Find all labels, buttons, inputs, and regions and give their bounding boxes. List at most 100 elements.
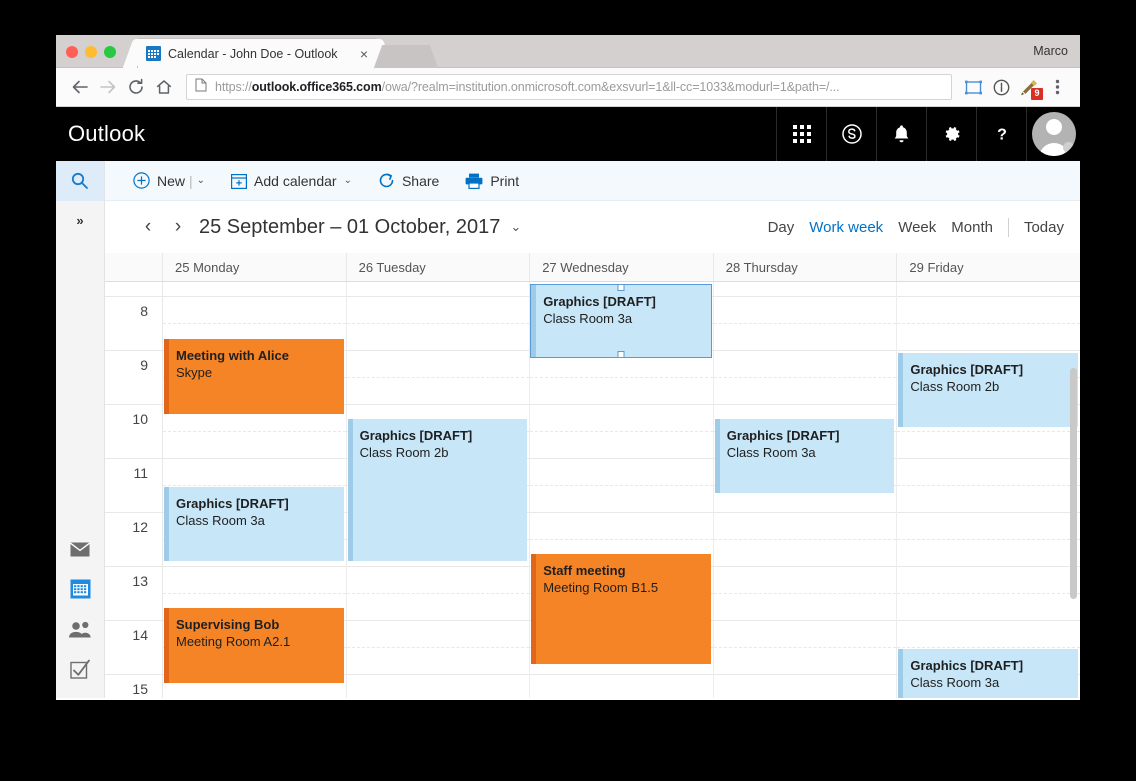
half-hour-gridline [346, 377, 530, 378]
hour-label: 12 [132, 519, 148, 535]
calendar-scrollbar[interactable] [1070, 368, 1077, 599]
next-period-button[interactable]: › [163, 212, 193, 242]
gear-icon[interactable] [926, 107, 976, 161]
day-columns: Meeting with Alice Skype Graphics [DRAFT] C… [163, 282, 1080, 699]
new-event-button[interactable]: New | ⌄ [133, 172, 205, 189]
extension-icon[interactable]: 9 [1016, 74, 1043, 100]
hour-gridline [346, 674, 530, 675]
three-dot-menu-icon[interactable] [1044, 74, 1070, 100]
calendar-event[interactable]: Meeting with Alice Skype [164, 339, 344, 414]
info-circle-icon[interactable] [988, 74, 1014, 100]
day-column-monday[interactable]: Meeting with Alice Skype Graphics [DRAFT] C… [163, 282, 347, 699]
hour-label: 10 [132, 411, 148, 427]
half-hour-gridline [713, 323, 897, 324]
browser-tab[interactable]: Calendar - John Doe - Outlook × [138, 39, 378, 68]
half-hour-gridline [897, 593, 1080, 594]
half-hour-gridline [897, 539, 1080, 540]
day-header-wednesday[interactable]: 27 Wednesday [530, 253, 714, 281]
calendar-event[interactable]: Graphics [DRAFT] Class Room 3a [530, 284, 712, 358]
window-controls[interactable] [66, 46, 116, 58]
address-bar[interactable]: https://outlook.office365.com/owa/?realm… [186, 74, 952, 100]
hour-gridline [897, 566, 1080, 567]
hour-gridline [105, 620, 162, 621]
day-column-tuesday[interactable]: Graphics [DRAFT] Class Room 2b [346, 282, 531, 699]
browser-profile-name[interactable]: Marco [1033, 44, 1068, 58]
window-maximize-button[interactable] [104, 46, 116, 58]
day-header-thursday[interactable]: 28 Thursday [714, 253, 898, 281]
hour-label: 15 [132, 681, 148, 697]
hour-gridline [105, 350, 162, 351]
reload-icon[interactable] [122, 73, 150, 101]
day-column-friday[interactable]: Graphics [DRAFT] Class Room 2b Graphics [D… [897, 282, 1080, 699]
view-option-week[interactable]: Week [898, 219, 936, 236]
event-title: Graphics [DRAFT] [910, 362, 1024, 377]
expand-chevrons-icon[interactable]: » [56, 201, 104, 239]
home-icon[interactable] [150, 73, 178, 101]
sidebar-item-calendar[interactable] [56, 569, 104, 609]
hour-gridline [346, 620, 530, 621]
half-hour-gridline [530, 485, 713, 486]
app-launcher-icon[interactable] [776, 107, 826, 161]
hour-gridline [530, 512, 713, 513]
hour-gridline [163, 566, 346, 567]
window-close-button[interactable] [66, 46, 78, 58]
chevron-down-icon[interactable]: ⌄ [197, 175, 205, 186]
event-resize-handle-bottom[interactable] [617, 351, 625, 357]
sidebar-item-mail[interactable] [56, 529, 104, 569]
hour-gridline [713, 350, 897, 351]
event-location: Class Room 3a [543, 311, 633, 326]
date-range-picker[interactable]: 25 September – 01 October, 2017 ⌄ [199, 216, 521, 239]
calendar-event[interactable]: Graphics [DRAFT] Class Room 3a [714, 419, 895, 493]
help-icon[interactable]: ? [976, 107, 1026, 161]
bell-icon[interactable] [876, 107, 926, 161]
view-option-day[interactable]: Day [768, 219, 795, 236]
calendar-event[interactable]: Graphics [DRAFT] Class Room 3a [164, 487, 344, 561]
outlook-brand-label[interactable]: Outlook [56, 121, 145, 147]
add-calendar-button[interactable]: Add calendar ⌄ [231, 173, 352, 189]
share-refresh-icon [378, 172, 395, 189]
print-button[interactable]: Print [465, 173, 519, 189]
page-info-document-icon[interactable] [195, 78, 207, 97]
hour-gridline [897, 512, 1080, 513]
calendar-event[interactable]: Supervising Bob Meeting Room A2.1 [164, 608, 344, 683]
chevron-down-icon[interactable]: ⌄ [344, 175, 352, 186]
outlook-application: Outlook ? » New | ⌄ Add calendar ⌄ Share… [56, 107, 1080, 699]
day-header-friday[interactable]: 29 Friday [897, 253, 1080, 281]
calendar-event[interactable]: Staff meeting Meeting Room B1.5 [531, 554, 711, 664]
today-button[interactable]: Today [1024, 219, 1064, 236]
day-header-monday[interactable]: 25 Monday [163, 253, 347, 281]
calendar-event[interactable]: Graphics [DRAFT] Class Room 3a [898, 649, 1078, 699]
half-hour-gridline [346, 323, 530, 324]
tab-close-icon[interactable]: × [358, 47, 370, 61]
sidebar-item-people[interactable] [56, 609, 104, 649]
half-hour-gridline [713, 593, 897, 594]
hour-gridline [346, 296, 530, 297]
event-resize-handle-top[interactable] [617, 285, 625, 291]
forward-arrow-icon[interactable] [94, 73, 122, 101]
previous-period-button[interactable]: ‹ [133, 212, 163, 242]
share-button[interactable]: Share [378, 172, 439, 189]
outlook-header-bar: Outlook ? [56, 107, 1080, 161]
window-minimize-button[interactable] [85, 46, 97, 58]
view-option-work-week[interactable]: Work week [809, 219, 883, 236]
skype-icon[interactable] [826, 107, 876, 161]
sidebar-item-tasks[interactable] [56, 649, 104, 689]
chevron-down-icon[interactable]: ⌄ [510, 219, 521, 235]
plus-circle-icon [133, 172, 150, 189]
cast-icon[interactable] [960, 74, 986, 100]
avatar[interactable] [1026, 107, 1080, 161]
calendar-event[interactable]: Graphics [DRAFT] Class Room 2b [898, 353, 1078, 427]
new-divider: | [189, 172, 193, 189]
browser-window: Calendar - John Doe - Outlook × Marco ht… [56, 35, 1080, 700]
view-option-month[interactable]: Month [951, 219, 993, 236]
calendar-event[interactable]: Graphics [DRAFT] Class Room 2b [347, 419, 528, 561]
back-arrow-icon[interactable] [66, 73, 94, 101]
calendar-grid-viewport[interactable]: 8 9 10 11 12 13 14 15 Meeting with Alice Skype Gr… [105, 282, 1080, 699]
search-icon[interactable] [56, 161, 104, 201]
day-header-tuesday[interactable]: 26 Tuesday [347, 253, 531, 281]
hour-gridline [105, 458, 162, 459]
new-tab-button[interactable] [386, 45, 426, 68]
day-column-thursday[interactable]: Graphics [DRAFT] Class Room 3a [713, 282, 898, 699]
day-column-wednesday[interactable]: Graphics [DRAFT] Class Room 3a Staff meeti… [530, 282, 714, 699]
calendar-command-bar: New | ⌄ Add calendar ⌄ Share Print [105, 161, 1080, 201]
